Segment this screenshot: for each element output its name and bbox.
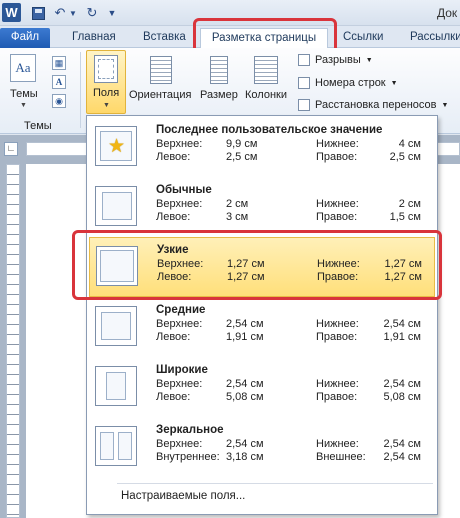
- tab-mailings[interactable]: Рассылки: [410, 28, 460, 48]
- line-numbers-dropdown-icon: ▼: [390, 79, 398, 87]
- word-app-icon[interactable]: W: [2, 3, 21, 22]
- save-icon[interactable]: [29, 4, 47, 22]
- line-numbers-icon: [298, 77, 310, 89]
- margins-normal-icon: [95, 186, 137, 226]
- margin-preset-last-custom[interactable]: ★ Последнее пользовательское значение Ве…: [87, 118, 437, 178]
- narrow-preset-highlight-frame: [72, 230, 442, 300]
- themes-dropdown-icon[interactable]: ▼: [20, 102, 27, 109]
- margin-preset-wide[interactable]: Широкие Верхнее: 2,54 см Нижнее: 2,54 см…: [87, 358, 437, 418]
- margins-moderate-icon: [95, 306, 137, 346]
- undo-icon[interactable]: ↶: [52, 4, 68, 22]
- orientation-button-label[interactable]: Ориентация: [129, 89, 191, 101]
- theme-colors-icon[interactable]: ▦: [52, 56, 66, 70]
- theme-fonts-icon[interactable]: A: [52, 75, 66, 89]
- hyphenation-button[interactable]: Расстановка переносов ▼: [298, 97, 448, 113]
- margins-mirrored-icon: [95, 426, 137, 466]
- size-button-label[interactable]: Размер: [200, 89, 238, 101]
- tab-references[interactable]: Ссылки: [343, 28, 384, 48]
- margin-preset-thumb: ★: [95, 126, 137, 166]
- themes-group-label: Темы: [24, 120, 52, 132]
- themes-button-label[interactable]: Темы: [10, 88, 38, 100]
- margin-preset-moderate[interactable]: Средние Верхнее: 2,54 см Нижнее: 2,54 см…: [87, 298, 437, 358]
- redo-icon[interactable]: ↻: [84, 4, 100, 22]
- breaks-icon: [298, 54, 310, 66]
- tab-home[interactable]: Главная: [72, 28, 116, 48]
- orientation-icon[interactable]: [150, 56, 172, 84]
- line-numbers-button[interactable]: Номера строк ▼: [298, 75, 398, 91]
- theme-effects-icon[interactable]: ◉: [52, 94, 66, 108]
- window-title: Док: [437, 6, 458, 20]
- margins-menu: ★ Последнее пользовательское значение Ве…: [86, 115, 438, 515]
- margins-highlight-frame: [83, 47, 129, 117]
- size-icon[interactable]: [210, 56, 228, 84]
- margins-wide-icon: [95, 366, 137, 406]
- themes-icon[interactable]: Aa: [10, 54, 36, 82]
- hyphenation-dropdown-icon: ▼: [441, 101, 449, 109]
- customize-quick-access-icon[interactable]: ▼: [107, 4, 117, 22]
- undo-dropdown-icon[interactable]: ▼: [69, 4, 77, 22]
- tab-stop-selector[interactable]: ∟: [4, 142, 18, 156]
- breaks-dropdown-icon: ▼: [365, 56, 373, 64]
- star-icon: ★: [108, 136, 126, 157]
- margin-preset-mirrored[interactable]: Зеркальное Верхнее: 2,54 см Нижнее: 2,54…: [87, 418, 437, 478]
- tab-insert[interactable]: Вставка: [143, 28, 186, 48]
- columns-icon[interactable]: [254, 56, 278, 84]
- margin-preset-normal[interactable]: Обычные Верхнее: 2 см Нижнее: 2 см Левое…: [87, 178, 437, 238]
- columns-button-label[interactable]: Колонки: [245, 89, 287, 101]
- vertical-ruler[interactable]: [6, 164, 20, 518]
- menu-separator: [117, 483, 433, 484]
- hyphenation-icon: [298, 99, 310, 111]
- tab-file[interactable]: Файл: [0, 28, 50, 48]
- breaks-button[interactable]: Разрывы ▼: [298, 52, 373, 68]
- custom-margins-item[interactable]: Настраиваемые поля...: [121, 486, 245, 506]
